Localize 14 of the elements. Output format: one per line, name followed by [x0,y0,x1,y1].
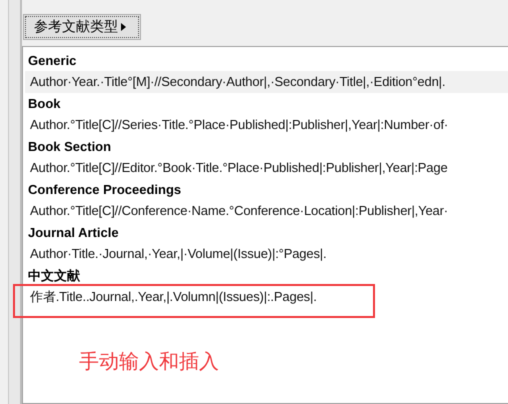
template-name: Journal Article [27,224,120,242]
template-name: Conference Proceedings [27,181,182,199]
template-name: 中文文献 [27,267,81,285]
template-line[interactable]: Author.°Title[C]//Editor.°Book·Title.°Place·Published|:Publisher|,Year|:Page [25,157,508,179]
template-line[interactable]: Author·Title.·Journal,·Year,|·Volume|(Issue)|:°Pages|. [25,243,508,265]
annotation-text: 手动输入和插入 [79,348,220,375]
template-line[interactable]: Author.°Title[C]//Conference·Name.°Conference·Location|:Publisher|,Year· [25,200,508,222]
template-line[interactable]: Author.°Title[C]//Series·Title.°Place·Published|:Publisher|,Year|:Number·of· [25,114,508,136]
template-name: Book Section [27,138,112,156]
template-name: Generic [27,52,78,70]
right-triangle-icon [121,23,126,31]
reference-type-button[interactable]: 参考文献类型 [23,14,141,40]
template-name: Book [27,95,62,113]
template-line[interactable]: 作者.Title..Journal,.Year,|.Volumn|(Issues)|:.Pages|. [25,286,508,308]
